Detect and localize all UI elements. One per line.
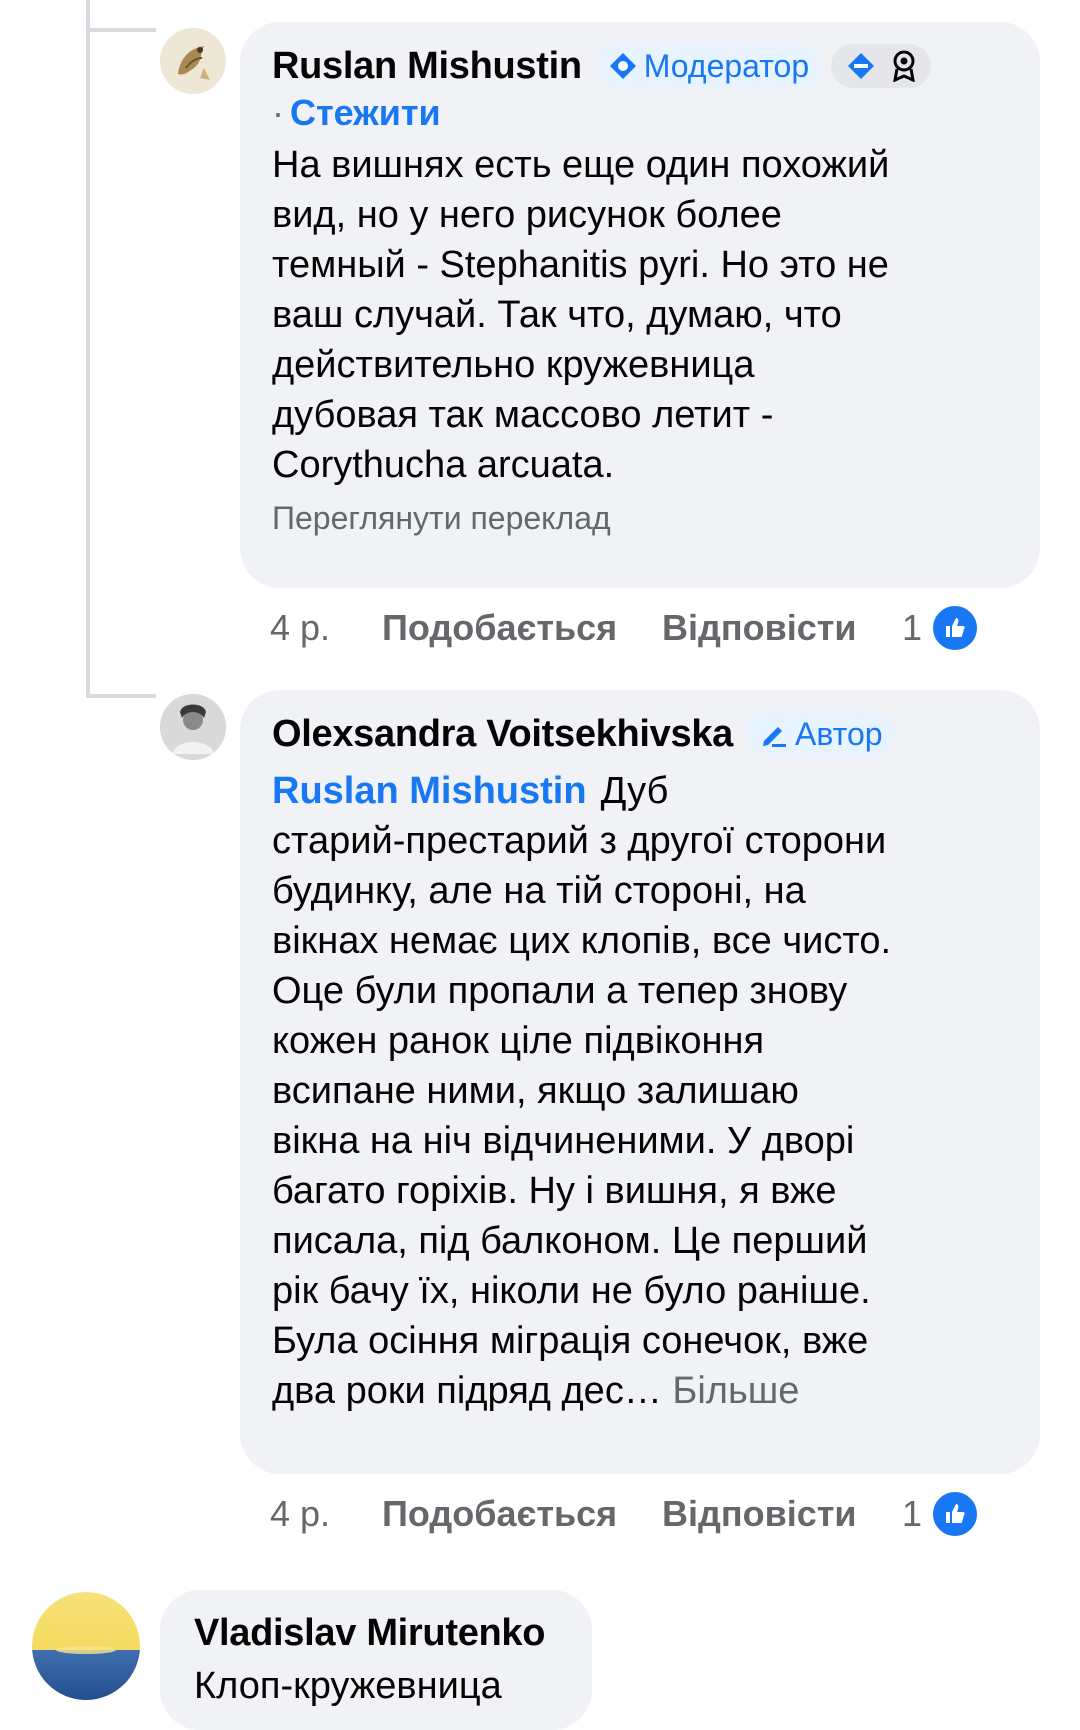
separator-dot: · xyxy=(272,92,284,133)
see-more-link[interactable]: Більше xyxy=(672,1370,799,1412)
comment-actions: 4 р. Подобається Відповісти 1 xyxy=(270,598,981,658)
comment-line: На вишнях есть еще один похожий xyxy=(272,144,890,186)
author-badge-label: Автор xyxy=(795,715,883,752)
moderator-badge-label: Модератор xyxy=(643,47,810,84)
comment-header: Ruslan Mishustin Модератор xyxy=(272,44,1010,88)
thumbs-up-icon[interactable] xyxy=(930,1489,981,1539)
comment-line: два роки підряд дес… xyxy=(272,1370,662,1412)
comment-line: старий-престарий з другої сторони xyxy=(272,820,887,862)
comment-line: действительно кружевница xyxy=(272,344,755,386)
pencil-icon xyxy=(763,727,787,747)
thread-connector-1 xyxy=(86,28,156,32)
comment-time[interactable]: 4 р. xyxy=(270,1493,382,1535)
author-badge: Автор xyxy=(747,712,895,756)
follow-row: · Стежити xyxy=(272,92,1010,134)
comment-text: На вишнях есть еще один похожий вид, но … xyxy=(272,140,1010,490)
comment-line: вікнах немає цих клопів, все чисто. xyxy=(272,920,892,962)
reaction-count[interactable]: 1 xyxy=(902,607,922,649)
mention-link[interactable]: Ruslan Mishustin xyxy=(272,770,587,812)
comment-header: Olexsandra Voitsekhivska Автор xyxy=(272,712,1010,756)
comment-line: писала, під балконом. Це перший xyxy=(272,1220,868,1262)
comment-author[interactable]: Ruslan Mishustin xyxy=(272,45,582,88)
thumbs-up-icon[interactable] xyxy=(930,603,981,653)
see-translation-link[interactable]: Переглянути переклад xyxy=(272,500,1010,537)
moderator-badge: Модератор xyxy=(595,44,822,88)
comment-line: ваш случай. Так что, думаю, что xyxy=(272,294,842,336)
reply-button[interactable]: Відповісти xyxy=(662,1493,902,1535)
diamond-badge-icon xyxy=(848,53,875,79)
award-ribbon-icon xyxy=(893,50,916,82)
comment-bubble-ruslan: Ruslan Mishustin Модератор · Стежити На в… xyxy=(240,22,1040,588)
comment-line: рік бачу їх, ніколи не було раніше. xyxy=(272,1270,871,1312)
reaction-count[interactable]: 1 xyxy=(902,1493,922,1535)
like-button[interactable]: Подобається xyxy=(382,1493,662,1535)
comment-author[interactable]: Olexsandra Voitsekhivska xyxy=(272,713,733,756)
comment-time[interactable]: 4 р. xyxy=(270,607,382,649)
like-button[interactable]: Подобається xyxy=(382,607,662,649)
comment-last-line: два роки підряд дес… Більше xyxy=(272,1366,1010,1416)
thread-line-vertical xyxy=(86,0,90,698)
comment-line: вікна на ніч відчиненими. У дворі xyxy=(272,1120,855,1162)
comment-author[interactable]: Vladislav Mirutenko xyxy=(194,1612,562,1655)
comment-line: Дуб xyxy=(600,770,669,812)
comment-text: Ruslan Mishustin Дуб старий-престарий з д… xyxy=(272,766,1010,1416)
comment-bubble-olexsandra: Olexsandra Voitsekhivska Автор Ruslan Mi… xyxy=(240,690,1040,1474)
avatar-olexsandra-voitsekhivska[interactable] xyxy=(160,694,226,760)
comment-line: всипане ними, якщо залишаю xyxy=(272,1070,799,1112)
comment-line: дубовая так массово летит - xyxy=(272,394,774,436)
moderator-shield-icon xyxy=(609,53,636,79)
avatar-vladislav-mirutenko[interactable] xyxy=(32,1592,140,1700)
comment-actions: 4 р. Подобається Відповісти 1 xyxy=(270,1484,981,1544)
comment-line: кожен ранок ціле підвіконня xyxy=(272,1020,765,1062)
comment-text: Клоп-кружевница xyxy=(194,1665,502,1707)
comment-line: Була осіння міграція сонечок, вже xyxy=(272,1320,869,1362)
comment-line: темный - Stephanitis pyri. Но это не xyxy=(272,244,889,286)
comment-line: будинку, але на тій стороні, на xyxy=(272,870,806,912)
avatar-ruslan-mishustin[interactable] xyxy=(160,28,226,94)
comment-line: багато горіхів. Ну і вишня, я вже xyxy=(272,1170,837,1212)
member-badges[interactable] xyxy=(831,44,932,88)
follow-link[interactable]: Стежити xyxy=(290,92,441,133)
reply-button[interactable]: Відповісти xyxy=(662,607,902,649)
comment-line: вид, но у него рисунок более xyxy=(272,194,782,236)
comment-line: Corythucha arcuata. xyxy=(272,444,615,486)
comment-bubble-vladislav: Vladislav Mirutenko Клоп-кружевница xyxy=(160,1590,592,1730)
comment-first-line: Ruslan Mishustin Дуб xyxy=(272,766,1010,816)
thread-connector-2 xyxy=(86,694,156,698)
comment-line: Оце були пропали а тепер знову xyxy=(272,970,848,1012)
